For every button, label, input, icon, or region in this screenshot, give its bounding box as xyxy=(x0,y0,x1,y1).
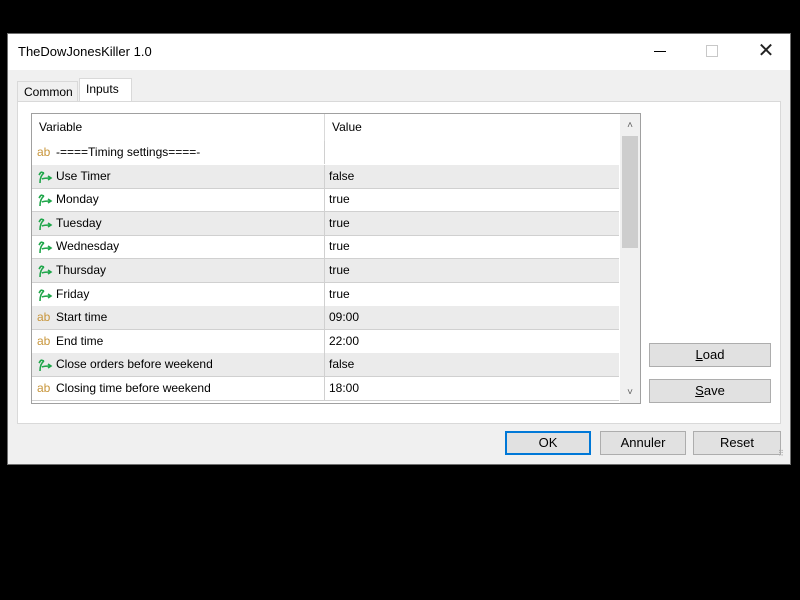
load-button[interactable]: Load xyxy=(649,343,771,367)
value-cell[interactable]: true xyxy=(325,283,619,306)
variable-cell: Close orders before weekend xyxy=(32,353,325,377)
bool-type-icon xyxy=(37,283,55,306)
dialog-window: TheDowJonesKiller 1.0 ✕ Common Inputs Va… xyxy=(7,33,791,465)
value-cell[interactable]: true xyxy=(325,259,619,282)
bool-type-icon xyxy=(37,235,55,258)
value-cell[interactable]: true xyxy=(325,188,619,211)
value-cell[interactable]: 18:00 xyxy=(325,377,619,400)
value-cell[interactable]: 09:00 xyxy=(325,306,619,329)
tab-common[interactable]: Common xyxy=(17,81,78,101)
grid-row[interactable]: Thursday true xyxy=(32,259,619,283)
maximize-icon xyxy=(706,45,718,57)
variable-cell: Wednesday xyxy=(32,235,325,259)
value-cell[interactable]: 22:00 xyxy=(325,330,619,353)
bool-type-icon xyxy=(37,353,55,376)
variable-cell: Use Timer xyxy=(32,164,325,188)
column-header-variable[interactable]: Variable xyxy=(32,114,325,141)
grid-row[interactable]: ab Start time 09:00 xyxy=(32,306,619,331)
column-header-value[interactable]: Value xyxy=(325,114,619,141)
save-mnemonic: S xyxy=(695,383,704,398)
grid-row[interactable]: Friday true xyxy=(32,282,619,307)
load-label: oad xyxy=(702,347,725,362)
variable-cell: ab Start time xyxy=(32,306,325,330)
grid-row[interactable]: Use Timer false xyxy=(32,164,619,189)
save-button[interactable]: Save xyxy=(649,379,771,403)
grid-row[interactable]: ab Closing time before weekend 18:00 xyxy=(32,377,619,401)
value-cell[interactable]: true xyxy=(325,212,619,235)
grid-header: Variable Value xyxy=(32,114,619,141)
bool-type-icon xyxy=(37,188,55,211)
minimize-icon xyxy=(654,50,666,52)
variable-cell: ab -====Timing settings====- xyxy=(32,141,325,164)
vertical-scrollbar[interactable]: ˄ ˅ xyxy=(620,114,640,403)
inputs-grid: Variable Value ab -====Timing settings===… xyxy=(31,113,641,404)
variable-name: Use Timer xyxy=(56,168,111,183)
cancel-button[interactable]: Annuler xyxy=(600,431,686,455)
variable-name: Start time xyxy=(56,310,108,325)
variable-name: Monday xyxy=(56,192,99,207)
variable-name: Close orders before weekend xyxy=(56,357,213,372)
variable-name: Wednesday xyxy=(56,239,120,254)
variable-cell: Thursday xyxy=(32,259,325,282)
grid-row[interactable]: Wednesday true xyxy=(32,235,619,260)
variable-name: Tuesday xyxy=(56,215,102,230)
minimize-button[interactable] xyxy=(637,34,683,68)
string-type-icon: ab xyxy=(37,333,51,348)
variable-cell: ab End time xyxy=(32,329,325,353)
ok-button[interactable]: OK xyxy=(505,431,591,455)
save-label: ave xyxy=(703,383,725,398)
string-type-icon: ab xyxy=(37,381,51,395)
grid-row[interactable]: ab End time 22:00 xyxy=(32,329,619,354)
string-type-icon: ab xyxy=(37,145,51,159)
value-cell[interactable]: false xyxy=(325,353,619,376)
title-bar[interactable]: TheDowJonesKiller 1.0 ✕ xyxy=(8,34,790,70)
maximize-button[interactable] xyxy=(689,34,735,68)
close-button[interactable]: ✕ xyxy=(743,34,789,68)
reset-button[interactable]: Reset xyxy=(693,431,781,455)
scroll-up-icon[interactable]: ˄ xyxy=(620,116,640,134)
variable-name: Closing time before weekend xyxy=(56,381,211,395)
bool-type-icon xyxy=(37,165,55,188)
grid-row[interactable]: Close orders before weekend false xyxy=(32,353,619,378)
scroll-down-icon[interactable]: ˅ xyxy=(620,383,640,401)
load-mnemonic: L xyxy=(695,347,703,362)
variable-cell: Tuesday xyxy=(32,211,325,235)
variable-name: End time xyxy=(56,333,104,348)
variable-name: Thursday xyxy=(56,263,107,277)
tab-inputs[interactable]: Inputs xyxy=(79,78,132,102)
variable-name: Friday xyxy=(56,286,90,301)
grid-row[interactable]: ab -====Timing settings====- xyxy=(32,141,619,165)
value-cell[interactable]: true xyxy=(325,235,619,258)
bool-type-icon xyxy=(37,259,55,282)
variable-name: -====Timing settings====- xyxy=(56,145,201,159)
window-title: TheDowJonesKiller 1.0 xyxy=(18,44,152,59)
variable-cell: Friday xyxy=(32,282,325,306)
value-cell[interactable] xyxy=(325,141,619,164)
close-icon: ✕ xyxy=(757,40,775,62)
variable-cell: ab Closing time before weekend xyxy=(32,377,325,400)
string-type-icon: ab xyxy=(37,310,51,325)
grid-row[interactable]: Monday true xyxy=(32,188,619,213)
variable-cell: Monday xyxy=(32,188,325,212)
scrollbar-thumb[interactable] xyxy=(622,136,638,248)
grid-row[interactable]: Tuesday true xyxy=(32,211,619,236)
resize-grip-icon[interactable]: ⠿ xyxy=(778,450,788,462)
inputs-panel: Variable Value ab -====Timing settings===… xyxy=(17,101,781,424)
value-cell[interactable]: false xyxy=(325,165,619,188)
bool-type-icon xyxy=(37,212,55,235)
